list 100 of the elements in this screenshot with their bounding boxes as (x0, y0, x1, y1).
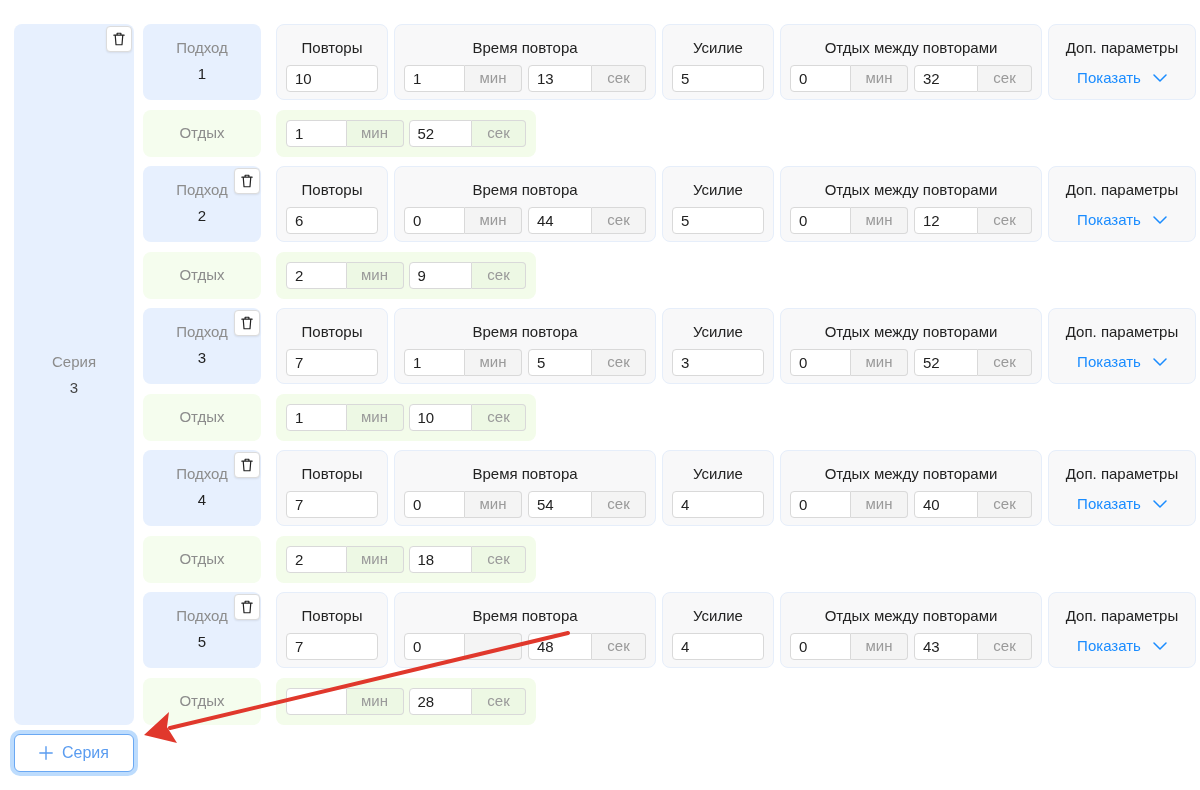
delete-button[interactable] (234, 310, 260, 336)
rest-label: Отдых (143, 252, 261, 299)
trash-icon (241, 458, 253, 472)
field-label: Время повтора (472, 180, 578, 200)
field-label: Доп. параметры (1065, 180, 1179, 200)
number-input[interactable]: 7 (286, 633, 378, 660)
trash-icon (241, 174, 253, 188)
delete-button[interactable] (234, 452, 260, 478)
unit-addon: мин (851, 65, 908, 92)
number-input[interactable]: 1 (286, 404, 347, 431)
number-input[interactable]: 18 (408, 546, 472, 573)
number-input[interactable]: 0 (790, 207, 851, 234)
field-label: Время повтора (472, 606, 578, 626)
field-label: Доп. параметры (1065, 38, 1179, 58)
delete-button[interactable] (234, 168, 260, 194)
number-input[interactable]: 5 (528, 349, 592, 376)
number-input[interactable]: 0 (404, 207, 465, 234)
number-input[interactable]: 4 (672, 491, 764, 518)
number-input[interactable]: 54 (528, 491, 592, 518)
unit-addon: сек (592, 65, 646, 92)
number-input[interactable]: 7 (286, 349, 378, 376)
trash-icon (241, 600, 253, 614)
number-input[interactable]: 2 (286, 262, 347, 289)
number-input[interactable]: 5 (672, 207, 764, 234)
number-input[interactable]: 0 (790, 65, 851, 92)
rest-label: Отдых (143, 110, 261, 157)
field-label: Время повтора (472, 464, 578, 484)
number-input[interactable]: 2 (286, 546, 347, 573)
approach-number: 2 (197, 206, 207, 226)
field-label: Повторы (301, 180, 363, 200)
plus-icon (39, 746, 53, 760)
number-input[interactable]: 48 (528, 633, 592, 660)
unit-addon: сек (472, 404, 526, 431)
unit-addon: сек (978, 491, 1032, 518)
number-input[interactable]: 40 (914, 491, 978, 518)
approach-label: Подход (176, 322, 228, 342)
field-label: Время повтора (472, 322, 578, 342)
unit-addon: мин (851, 491, 908, 518)
number-input[interactable]: 0 (790, 349, 851, 376)
approach-number: 3 (197, 348, 207, 368)
delete-button[interactable] (106, 26, 132, 52)
number-input[interactable]: 13 (528, 65, 592, 92)
number-input[interactable]: 32 (914, 65, 978, 92)
field-label: Доп. параметры (1065, 464, 1179, 484)
field-label: Повторы (301, 606, 363, 626)
number-input[interactable]: 52 (914, 349, 978, 376)
number-input[interactable]: 3 (672, 349, 764, 376)
rest-label: Отдых (143, 394, 261, 441)
unit-addon: сек (472, 546, 526, 573)
approach-number: 1 (197, 64, 207, 84)
approach-label: Подход (176, 464, 228, 484)
number-input[interactable]: 0 (404, 633, 465, 660)
approach-label: Подход (176, 180, 228, 200)
number-input[interactable]: 6 (286, 207, 378, 234)
rest-label: Отдых (143, 678, 261, 725)
unit-addon: сек (978, 207, 1032, 234)
unit-addon: сек (472, 688, 526, 715)
number-input[interactable]: 0 (404, 491, 465, 518)
unit-addon: мин (851, 207, 908, 234)
delete-button[interactable] (234, 594, 260, 620)
number-input[interactable]: 28 (408, 688, 472, 715)
number-input[interactable]: 1 (404, 65, 465, 92)
number-input[interactable]: 12 (914, 207, 978, 234)
number-input[interactable]: 0 (790, 491, 851, 518)
unit-addon: сек (978, 349, 1032, 376)
approach-label: Подход (176, 606, 228, 626)
number-input[interactable]: 43 (914, 633, 978, 660)
field-label: Отдых между повторами (824, 180, 998, 200)
approach-number: 4 (197, 490, 207, 510)
approach-label: Подход (176, 38, 228, 58)
field-label: Доп. параметры (1065, 322, 1179, 342)
number-input[interactable]: 7 (286, 491, 378, 518)
number-input[interactable]: 4 (672, 633, 764, 660)
field-label: Повторы (301, 38, 363, 58)
unit-addon: мин (851, 633, 908, 660)
number-input[interactable]: 1 (286, 120, 347, 147)
field-label: Время повтора (472, 38, 578, 58)
unit-addon: мин (346, 120, 404, 147)
unit-addon: сек (472, 262, 526, 289)
field-label: Отдых между повторами (824, 38, 998, 58)
number-input[interactable]: 0 (790, 633, 851, 660)
field-label: Повторы (301, 464, 363, 484)
field-label: Усилие (693, 322, 743, 342)
number-input[interactable]: 5 (672, 65, 764, 92)
unit-addon: мин (465, 65, 522, 92)
unit-addon: мин (346, 262, 404, 289)
field-label: Усилие (693, 180, 743, 200)
number-input[interactable]: 10 (408, 404, 472, 431)
unit-addon: сек (592, 207, 646, 234)
number-input[interactable]: 52 (408, 120, 472, 147)
number-input[interactable]: 1 (404, 349, 465, 376)
unit-addon: сек (978, 65, 1032, 92)
number-input[interactable]: 44 (528, 207, 592, 234)
unit-addon: мин (346, 688, 404, 715)
unit-addon: мин (346, 404, 404, 431)
field-label: Усилие (693, 606, 743, 626)
number-input[interactable]: 9 (408, 262, 472, 289)
number-input[interactable]: 10 (286, 65, 378, 92)
unit-addon: сек (472, 120, 526, 147)
series-number: 3 (69, 377, 79, 398)
